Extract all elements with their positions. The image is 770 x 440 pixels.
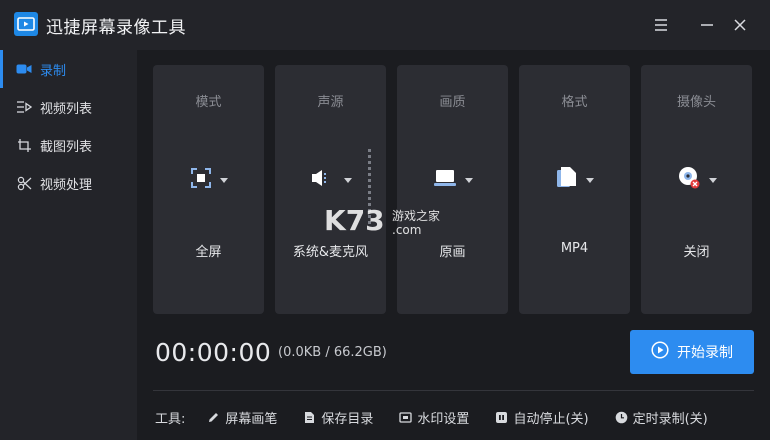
audio-source-card[interactable]: 声源 系统&麦克风 [275,65,386,314]
tool-label: 屏幕画笔 [225,411,278,427]
app-title: 迅捷屏幕录像工具 [46,18,186,38]
chevron-down-icon [343,177,352,183]
format-dropdown[interactable] [519,166,630,194]
card-value: MP4 [560,241,589,256]
start-recording-button[interactable]: 开始录制 [630,330,754,374]
sidebar-item-label: 录制 [40,63,67,79]
webcam-card[interactable]: 摄像头 关闭 [641,65,752,314]
chevron-down-icon [219,177,228,183]
close-icon[interactable] [729,14,751,36]
sidebar-item-label: 截图列表 [40,139,93,155]
storage-info: (0.0KB / 66.2GB) [278,345,387,360]
app-logo-icon [14,12,38,36]
menu-icon[interactable] [650,14,672,36]
watermark-settings-button[interactable]: 水印设置 [399,408,469,427]
k73-watermark: K73 游戏之家 .com [324,202,454,242]
monitor-icon [433,169,457,191]
video-list-icon [16,99,32,115]
chevron-down-icon [585,177,594,183]
tools-label: 工具: [155,411,186,427]
tool-label: 自动停止(关) [513,411,589,427]
card-title: 模式 [195,95,222,110]
auto-stop-button[interactable]: 自动停止(关) [495,408,589,427]
chevron-down-icon [464,177,473,183]
mode-card[interactable]: 模式 全屏 [153,65,264,314]
sidebar-item-label: 视频列表 [40,101,93,117]
card-title: 画质 [439,95,466,110]
watermark-site-cn: 游戏之家 [392,208,440,223]
sidebar-item-screenshot-list[interactable]: 截图列表 [0,126,137,164]
speaker-icon [310,168,336,192]
sidebar-item-record[interactable]: 录制 [0,50,137,88]
watermark-site-domain: .com [392,223,421,237]
main-panel: 模式 全屏 声源 系统&麦克风 画质 原画 格式 MP4 摄像头 关闭 K73 … [137,50,770,440]
video-process-icon [16,175,32,191]
quality-dropdown[interactable] [397,169,508,191]
card-value: 原画 [439,245,466,260]
watermark-brand: K73 [324,204,385,237]
sidebar: 录制 视频列表 截图列表 视频处理 [0,50,137,440]
save-directory-button[interactable]: 保存目录 [303,408,373,427]
sidebar-item-label: 视频处理 [40,177,93,193]
auto-stop-icon [495,411,508,424]
card-title: 格式 [561,95,588,110]
watermark-icon [399,411,413,424]
sidebar-item-video-process[interactable]: 视频处理 [0,164,137,202]
webcam-off-icon [677,166,701,194]
tool-label: 水印设置 [417,411,470,427]
quality-card[interactable]: 画质 原画 [397,65,508,314]
webcam-dropdown[interactable] [641,166,752,194]
card-title: 声源 [317,95,344,110]
sidebar-item-video-list[interactable]: 视频列表 [0,88,137,126]
screenshot-list-icon [16,137,32,153]
mode-dropdown[interactable] [153,167,264,193]
card-value: 全屏 [195,245,222,260]
minimize-icon[interactable] [696,14,718,36]
play-circle-icon [651,341,677,363]
card-title: 摄像头 [676,95,716,110]
tool-label: 保存目录 [321,411,374,427]
file-icon [556,166,578,194]
video-camera-icon [16,61,32,77]
chevron-down-icon [708,177,717,183]
fullscreen-icon [190,167,212,193]
tools-bar: 工具: 屏幕画笔 保存目录 水印设置 自动停止(关) 定时录制(关) [155,407,755,427]
recording-timer: 00:00:00 [155,338,272,367]
card-value: 系统&麦克风 [292,245,369,260]
scheduled-recording-button[interactable]: 定时录制(关) [615,408,708,427]
tool-label: 定时录制(关) [632,411,708,427]
folder-doc-icon [303,411,316,424]
format-card[interactable]: 格式 MP4 [519,65,630,314]
card-value: 关闭 [683,245,710,260]
screen-pen-button[interactable]: 屏幕画笔 [207,408,277,427]
clock-icon [615,411,628,424]
pen-icon [207,411,220,424]
title-bar: 迅捷屏幕录像工具 [0,0,770,50]
divider [153,390,754,391]
start-recording-label: 开始录制 [677,345,733,361]
